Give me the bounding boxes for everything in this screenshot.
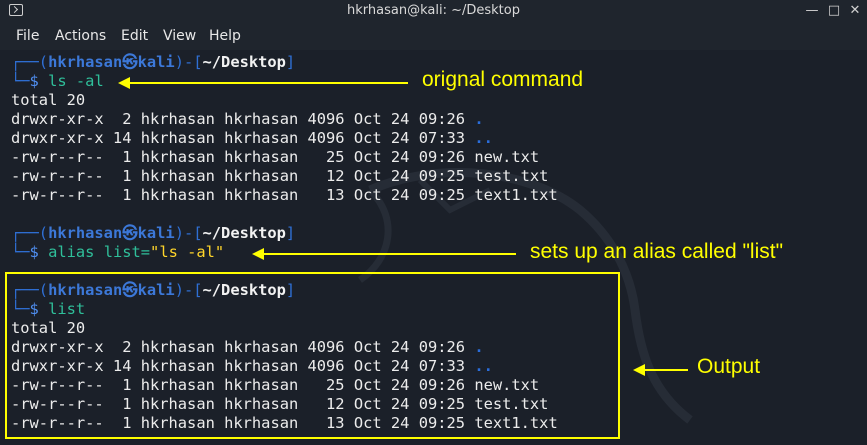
list-row: drwxr-xr-x 14 hkrhasan hkrhasan 4096 Oct… xyxy=(11,129,493,147)
prompt-line-1: ┌──(hkrhasan㉿kali)-[~/Desktop] xyxy=(11,53,296,71)
list-row: -rw-r--r-- 1 hkrhasan hkrhasan 12 Oct 24… xyxy=(11,167,549,185)
annotation-arrow-2 xyxy=(252,248,516,260)
annotation-output: Output xyxy=(697,355,761,378)
menu-file[interactable]: File xyxy=(16,28,39,44)
command-line-1: └─$ ls -al xyxy=(11,72,104,90)
minimize-icon[interactable]: — xyxy=(804,3,820,19)
list-row: drwxr-xr-x 2 hkrhasan hkrhasan 4096 Oct … xyxy=(11,110,484,128)
menu-bar: File Actions Edit View Help xyxy=(0,22,867,50)
annotation-original-command: orignal command xyxy=(422,68,584,91)
list-row: -rw-r--r-- 1 hkrhasan hkrhasan 25 Oct 24… xyxy=(11,148,540,166)
title-bar: hkrhasan@kali: ~/Desktop — □ ✕ xyxy=(0,0,867,22)
menu-help[interactable]: Help xyxy=(209,28,241,44)
command-line-2: └─$ alias list="ls -al" xyxy=(11,243,225,261)
list-row: -rw-r--r-- 1 hkrhasan hkrhasan 13 Oct 24… xyxy=(11,186,558,204)
maximize-icon[interactable]: □ xyxy=(826,3,842,19)
total-line-1: total 20 xyxy=(11,91,86,109)
annotation-alias: sets up an alias called "list" xyxy=(530,240,784,263)
menu-view[interactable]: View xyxy=(163,28,196,44)
close-icon[interactable]: ✕ xyxy=(847,3,863,19)
menu-actions[interactable]: Actions xyxy=(55,28,106,44)
prompt-line-2: ┌──(hkrhasan㉿kali)-[~/Desktop] xyxy=(11,224,296,242)
menu-edit[interactable]: Edit xyxy=(121,28,148,44)
annotation-arrow-1 xyxy=(118,77,408,89)
output-highlight-box xyxy=(5,272,620,439)
annotation-arrow-3 xyxy=(633,364,688,376)
window-title: hkrhasan@kali: ~/Desktop xyxy=(347,3,520,18)
